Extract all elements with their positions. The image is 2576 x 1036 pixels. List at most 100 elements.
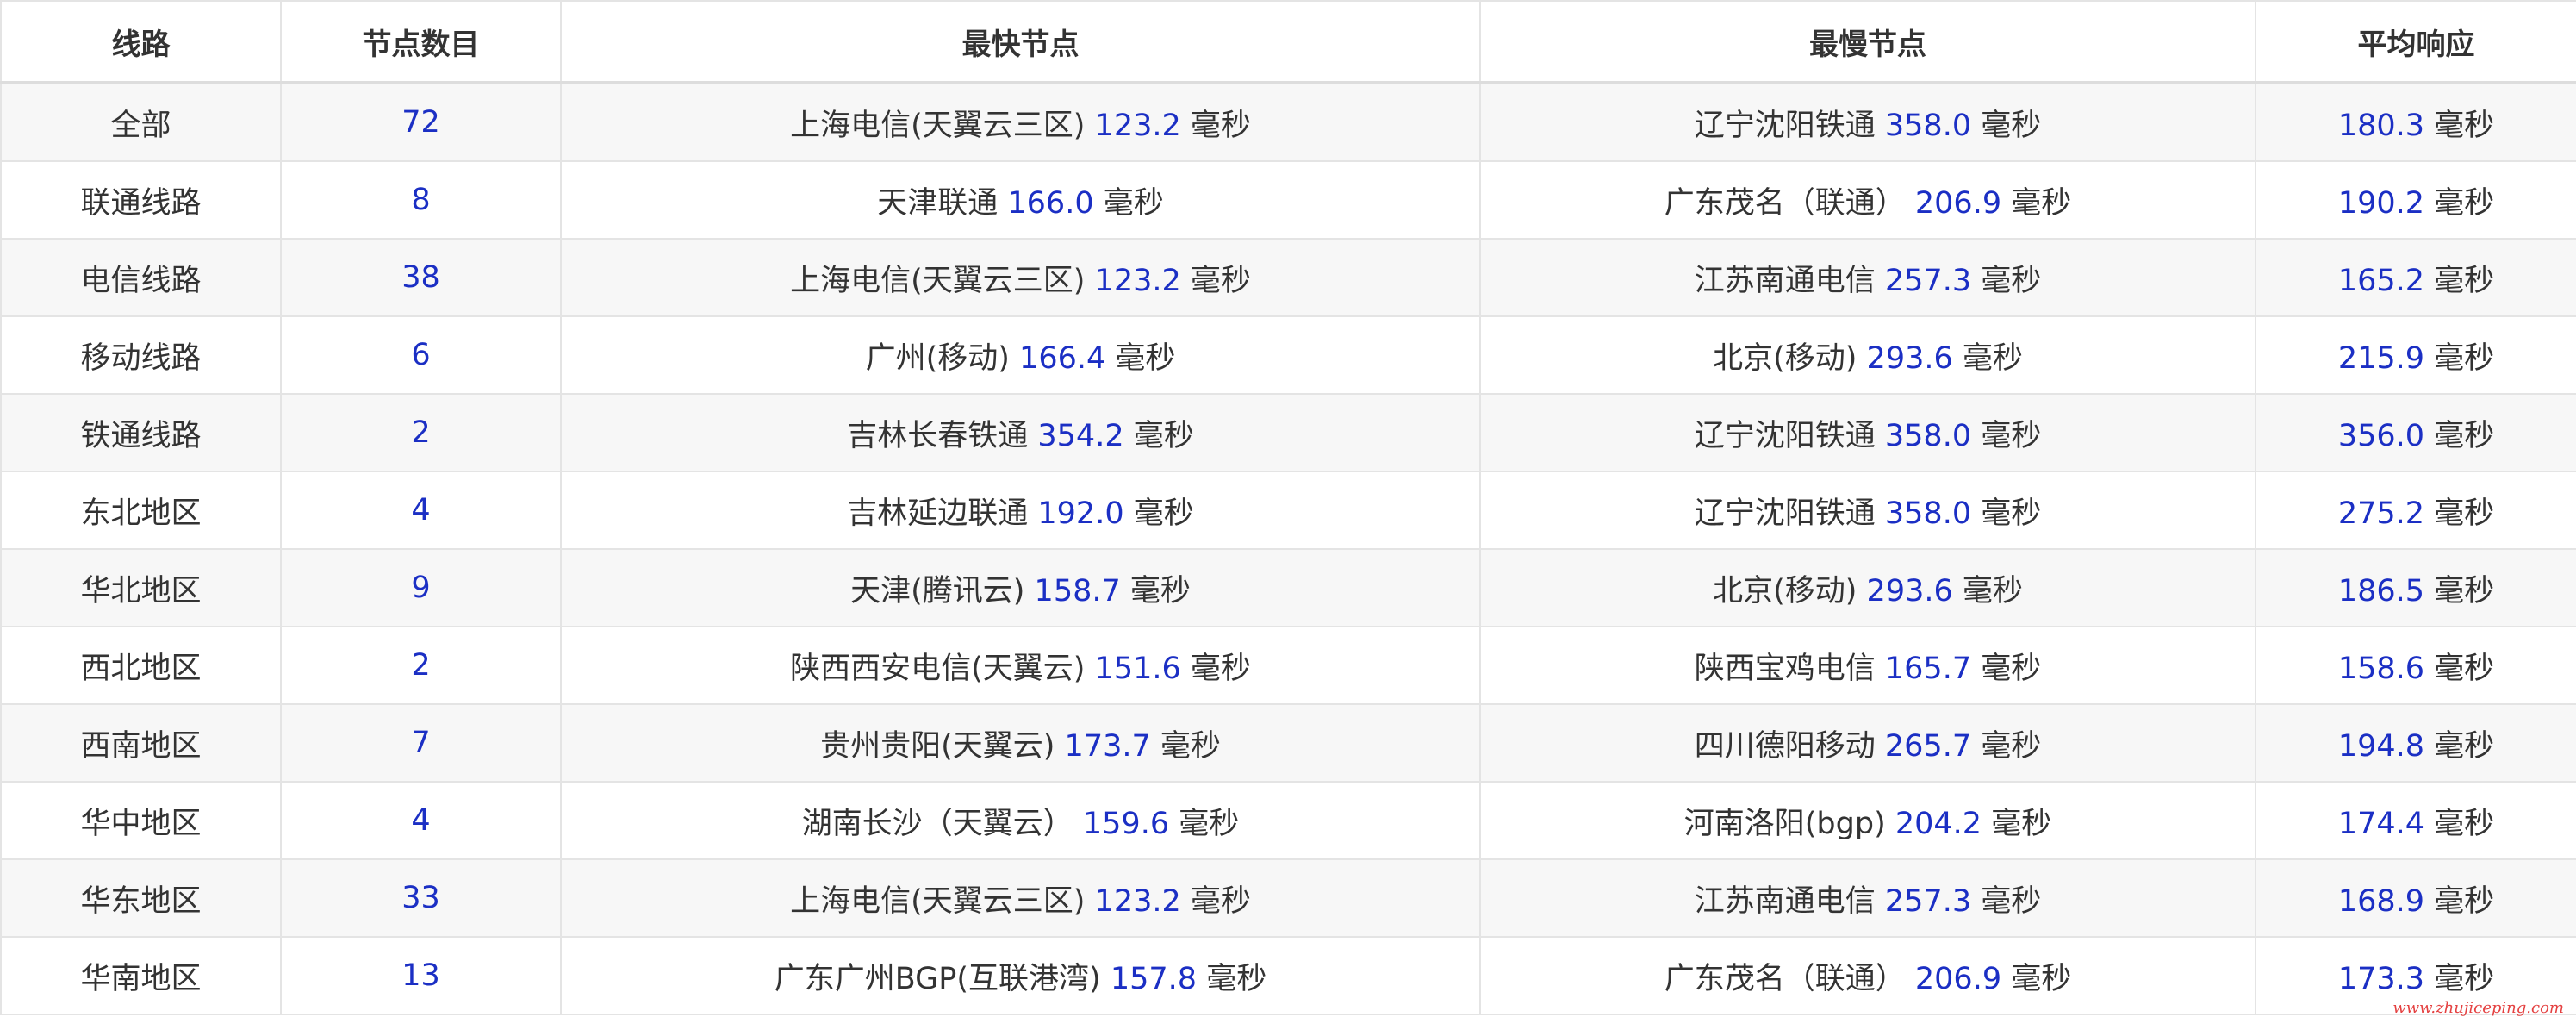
slowest-node-cell: 四川德阳移动 265.7 毫秒 — [1479, 703, 2256, 783]
table-row: 华中地区 4 湖南长沙（天翼云） 159.6 毫秒 河南洛阳(bgp) 204.2 毫… — [0, 781, 2576, 860]
table-row: 华北地区 9 天津(腾讯云) 158.7 毫秒 北京(移动) 293.6 毫秒 186.… — [0, 548, 2576, 627]
fastest-node-cell: 广州(移动) 166.4 毫秒 — [560, 315, 1481, 395]
fastest-node-name: 贵州贵阳(天翼云) — [820, 728, 1055, 764]
table-row: 华东地区 33 上海电信(天翼云三区) 123.2 毫秒 江苏南通电信 257.3 毫… — [0, 858, 2576, 938]
table-row: 全部 72 上海电信(天翼云三区) 123.2 毫秒 辽宁沈阳铁通 358.0 毫秒 1… — [0, 82, 2576, 162]
table-row: 联通线路 8 天津联通 166.0 毫秒 广东茂名（联通） 206.9 毫秒 190.2… — [0, 160, 2576, 240]
average-response-cell: 356.0 毫秒 — [2255, 393, 2576, 472]
slowest-node-ms: 257.3 — [1884, 263, 1972, 298]
slowest-node-ms: 206.9 — [1914, 961, 2002, 996]
average-response-ms: 186.5 — [2337, 573, 2425, 608]
header-line: 线路 — [0, 0, 282, 84]
fastest-node-ms: 151.6 — [1094, 651, 1181, 686]
unit-label: 毫秒 — [1160, 728, 1221, 764]
table-body: 全部 72 上海电信(天翼云三区) 123.2 毫秒 辽宁沈阳铁通 358.0 毫秒 1… — [0, 82, 2576, 1015]
header-average-response: 平均响应 — [2255, 0, 2576, 84]
fastest-node-cell: 上海电信(天翼云三区) 123.2 毫秒 — [560, 82, 1481, 162]
fastest-node-name: 广东广州BGP(互联港湾) — [774, 961, 1101, 996]
slowest-node-name: 陕西宝鸡电信 — [1694, 651, 1876, 686]
slowest-node-cell: 河南洛阳(bgp) 204.2 毫秒 — [1479, 781, 2256, 860]
line-cell: 铁通线路 — [0, 393, 282, 472]
slowest-node-name: 辽宁沈阳铁通 — [1694, 108, 1876, 143]
fastest-node-name: 上海电信(天翼云三区) — [790, 883, 1086, 919]
unit-label: 毫秒 — [1981, 263, 2042, 298]
fastest-node-ms: 157.8 — [1110, 961, 1198, 996]
average-response-ms: 275.2 — [2337, 496, 2425, 531]
line-cell: 联通线路 — [0, 160, 282, 240]
unit-label: 毫秒 — [1190, 108, 1251, 143]
fastest-node-ms: 158.7 — [1034, 573, 1121, 608]
header-node-count: 节点数目 — [280, 0, 562, 84]
unit-label: 毫秒 — [2434, 418, 2495, 453]
slowest-node-ms: 358.0 — [1884, 108, 1972, 143]
table-header: 线路 节点数目 最快节点 最慢节点 平均响应 — [0, 0, 2576, 84]
line-cell: 移动线路 — [0, 315, 282, 395]
fastest-node-ms: 166.0 — [1007, 185, 1094, 221]
header-slowest-node: 最慢节点 — [1479, 0, 2256, 84]
slowest-node-cell: 北京(移动) 293.6 毫秒 — [1479, 315, 2256, 395]
fastest-node-name: 陕西西安电信(天翼云) — [790, 651, 1086, 686]
slowest-node-cell: 江苏南通电信 257.3 毫秒 — [1479, 858, 2256, 938]
slowest-node-name: 江苏南通电信 — [1694, 263, 1876, 298]
slowest-node-cell: 广东茂名（联通） 206.9 毫秒 — [1479, 936, 2256, 1015]
unit-label: 毫秒 — [2011, 961, 2072, 996]
unit-label: 毫秒 — [1190, 263, 1251, 298]
average-response-ms: 173.3 — [2337, 961, 2425, 996]
line-cell: 华中地区 — [0, 781, 282, 860]
fastest-node-name: 上海电信(天翼云三区) — [790, 108, 1086, 143]
node-count-value: 33 — [401, 881, 440, 915]
fastest-node-cell: 广东广州BGP(互联港湾) 157.8 毫秒 — [560, 936, 1481, 1015]
fastest-node-name: 上海电信(天翼云三区) — [790, 263, 1086, 298]
unit-label: 毫秒 — [1981, 496, 2042, 531]
node-count-value: 4 — [411, 493, 431, 527]
node-count-value: 9 — [411, 571, 431, 605]
fastest-node-cell: 贵州贵阳(天翼云) 173.7 毫秒 — [560, 703, 1481, 783]
unit-label: 毫秒 — [2434, 496, 2495, 531]
slowest-node-name: 北京(移动) — [1713, 573, 1857, 608]
fastest-node-ms: 354.2 — [1037, 418, 1124, 453]
average-response-ms: 168.9 — [2337, 883, 2425, 919]
average-response-ms: 356.0 — [2337, 418, 2425, 453]
average-response-cell: 194.8 毫秒 — [2255, 703, 2576, 783]
unit-label: 毫秒 — [1190, 651, 1251, 686]
average-response-ms: 174.4 — [2337, 806, 2425, 841]
node-count-value: 13 — [401, 958, 440, 993]
fastest-node-ms: 173.7 — [1064, 728, 1151, 764]
unit-label: 毫秒 — [2434, 883, 2495, 919]
node-count-cell: 6 — [280, 315, 562, 395]
node-count-cell: 33 — [280, 858, 562, 938]
slowest-node-name: 江苏南通电信 — [1694, 883, 1876, 919]
average-response-cell: 174.4 毫秒 — [2255, 781, 2576, 860]
slowest-node-cell: 辽宁沈阳铁通 358.0 毫秒 — [1479, 82, 2256, 162]
unit-label: 毫秒 — [1962, 573, 2023, 608]
slowest-node-ms: 257.3 — [1884, 883, 1972, 919]
line-cell: 华东地区 — [0, 858, 282, 938]
unit-label: 毫秒 — [2434, 728, 2495, 764]
unit-label: 毫秒 — [1103, 185, 1164, 221]
fastest-node-cell: 天津联通 166.0 毫秒 — [560, 160, 1481, 240]
node-count-cell: 13 — [280, 936, 562, 1015]
line-cell: 电信线路 — [0, 238, 282, 317]
slowest-node-ms: 265.7 — [1884, 728, 1972, 764]
average-response-ms: 180.3 — [2337, 108, 2425, 143]
node-count-cell: 38 — [280, 238, 562, 317]
node-count-cell: 7 — [280, 703, 562, 783]
node-count-value: 6 — [411, 338, 431, 372]
fastest-node-ms: 166.4 — [1019, 340, 1106, 376]
unit-label: 毫秒 — [1981, 651, 2042, 686]
fastest-node-name: 吉林延边联通 — [847, 496, 1029, 531]
fastest-node-cell: 湖南长沙（天翼云） 159.6 毫秒 — [560, 781, 1481, 860]
fastest-node-cell: 陕西西安电信(天翼云) 151.6 毫秒 — [560, 626, 1481, 705]
average-response-ms: 158.6 — [2337, 651, 2425, 686]
node-count-cell: 9 — [280, 548, 562, 627]
node-count-value: 7 — [411, 726, 431, 760]
table-row: 东北地区 4 吉林延边联通 192.0 毫秒 辽宁沈阳铁通 358.0 毫秒 275.2… — [0, 471, 2576, 550]
fastest-node-cell: 吉林长春铁通 354.2 毫秒 — [560, 393, 1481, 472]
unit-label: 毫秒 — [2434, 961, 2495, 996]
slowest-node-ms: 204.2 — [1895, 806, 1982, 841]
fastest-node-ms: 192.0 — [1037, 496, 1124, 531]
line-cell: 华南地区 — [0, 936, 282, 1015]
slowest-node-ms: 293.6 — [1866, 340, 1953, 376]
table-row: 铁通线路 2 吉林长春铁通 354.2 毫秒 辽宁沈阳铁通 358.0 毫秒 356.0… — [0, 393, 2576, 472]
unit-label: 毫秒 — [1133, 496, 1194, 531]
